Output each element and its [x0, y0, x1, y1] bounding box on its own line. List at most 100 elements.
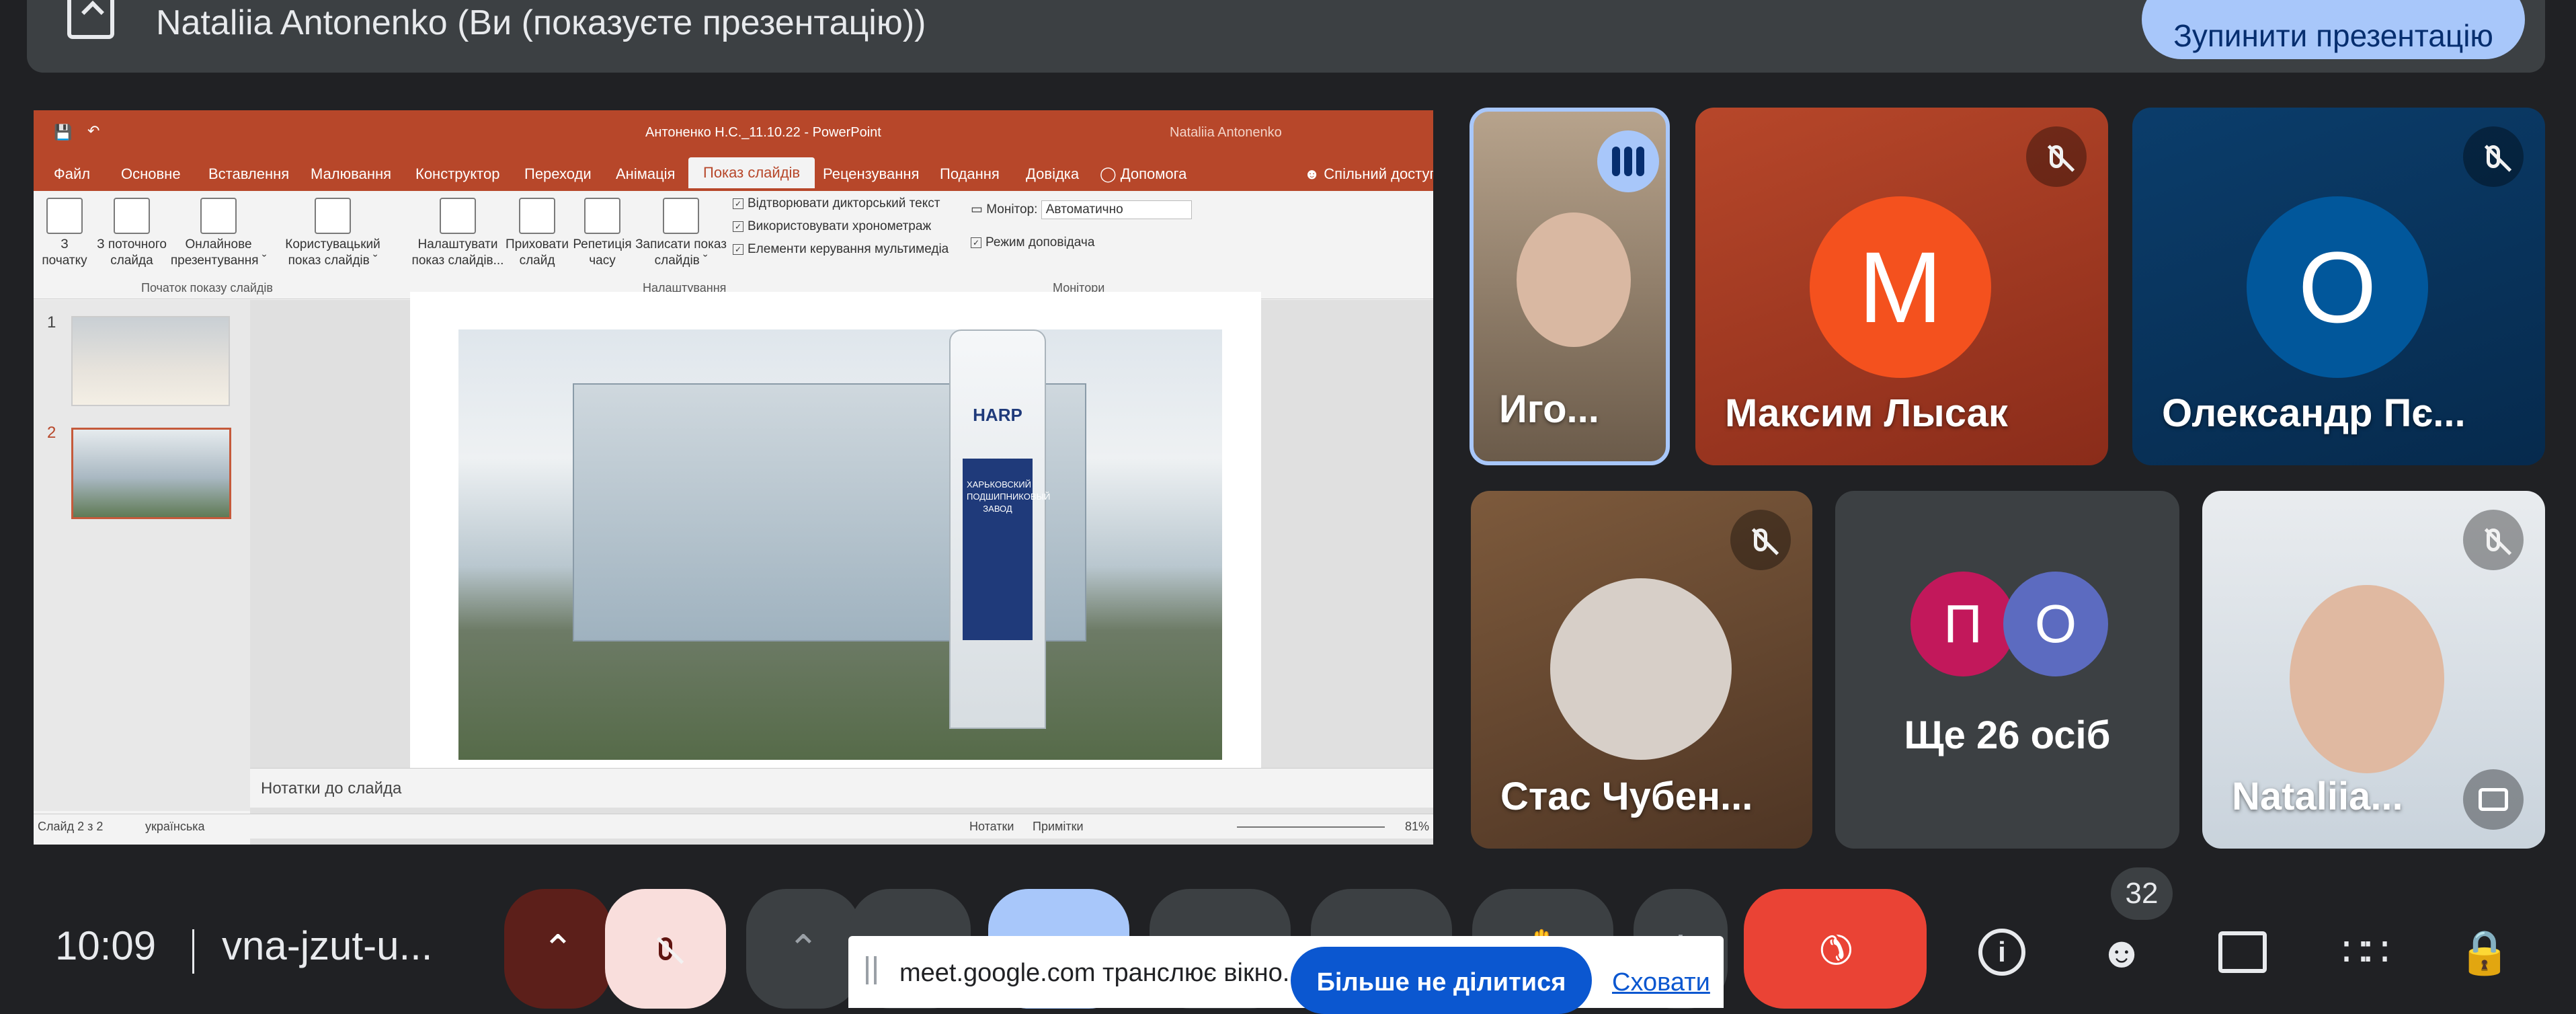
activities-button[interactable]: ∷∷ [2337, 925, 2390, 979]
custom-show-button[interactable]: Користувацький показ слайдів ˇ [269, 198, 397, 269]
more-participants-label: Ще 26 осіб [1904, 713, 2111, 757]
ppt-ribbon-tabs: Файл Основне Вставлення Малювання Констр… [34, 156, 1433, 191]
setup-show-icon [440, 198, 476, 234]
comments-toggle[interactable]: Примітки [1033, 820, 1084, 834]
avatar: M [1810, 196, 1991, 378]
ppt-status-bar: Слайд 2 з 2 українська Нотатки Примітки … [34, 814, 1433, 838]
slide-thumbnail-1[interactable] [71, 316, 230, 406]
undo-icon: ↶ [87, 122, 100, 139]
mic-off-icon [2026, 126, 2087, 187]
leave-call-button[interactable]: ✆ [1744, 889, 1927, 1009]
drag-handle-icon[interactable] [866, 956, 877, 984]
slide-thumbnail-2[interactable] [71, 428, 231, 519]
zoom-level[interactable]: 81% [1405, 820, 1429, 834]
notes-toggle[interactable]: Нотатки [969, 820, 1014, 834]
sign-panel: ХАРЬКОВСКИЙ ПОДШИПНИКОВЫЙ ЗАВОД [963, 459, 1051, 640]
chevron-up-icon: ⌃ [787, 927, 819, 970]
start-group-label: Початок показу слайдів [141, 281, 273, 295]
tab-review[interactable]: Рецензування [823, 165, 919, 183]
zoom-slider[interactable] [1237, 826, 1385, 828]
stopwatch-icon [584, 198, 620, 234]
people-icon: ☻ [2099, 928, 2144, 976]
participant-tile-speaking[interactable]: Иго... [1470, 108, 1670, 465]
sign-text: ХАРЬКОВСКИЙ ПОДШИПНИКОВЫЙ ЗАВОД [967, 479, 1051, 514]
participant-tile[interactable]: Стас Чубен... [1471, 491, 1812, 849]
avatar [1550, 578, 1732, 760]
media-controls-checkbox[interactable]: ✓ Елементи керування мультимедіа [733, 242, 949, 257]
mic-off-icon [1730, 510, 1791, 570]
factory-sign-pylon: HARP ХАРЬКОВСКИЙ ПОДШИПНИКОВЫЙ ЗАВОД [949, 329, 1051, 729]
present-online-icon [200, 198, 237, 234]
checkmark-icon: ✓ [733, 221, 743, 232]
presenter-view-checkbox[interactable]: ✓ Режим доповідача [971, 235, 1094, 250]
tab-home[interactable]: Основне [121, 165, 181, 183]
participant-tile[interactable]: M Максим Лысак [1695, 108, 2108, 465]
tab-file[interactable]: Файл [54, 165, 90, 183]
record-icon [663, 198, 699, 234]
hide-notice-link[interactable]: Сховати [1612, 968, 1710, 997]
meeting-code: vna-jzut-u... [222, 923, 433, 968]
video-options-button[interactable]: ⌃ [746, 889, 860, 1009]
factory-photo: HARP ХАРЬКОВСКИЙ ПОДШИПНИКОВЫЙ ЗАВОД [458, 329, 1222, 760]
share-button[interactable]: ☻ Спільний доступ [1304, 165, 1433, 183]
chat-icon [2218, 931, 2267, 973]
more-participants-tile[interactable]: П О Ще 26 осіб [1835, 491, 2179, 849]
hide-slide-button[interactable]: Приховати слайд [500, 198, 574, 269]
language-indicator: українська [145, 820, 205, 833]
rehearse-timings-button[interactable]: Репетиція часу [569, 198, 636, 269]
tab-design[interactable]: Конструктор [415, 165, 499, 183]
from-current-slide-button[interactable]: З поточного слайда [91, 198, 172, 269]
audio-level-icon [1597, 130, 1659, 192]
participant-name: Олександр Пє... [2162, 391, 2466, 435]
present-to-all-icon [67, 0, 114, 39]
participant-name: Иго... [1499, 387, 1599, 431]
tab-animations[interactable]: Анімація [616, 165, 675, 183]
play-narrations-checkbox[interactable]: ✓ Відтворювати дикторський текст [733, 196, 940, 211]
record-show-button[interactable]: Записати показ слайдів ˇ [631, 198, 731, 269]
person-icon: ☻ [1304, 165, 1320, 182]
participant-tile-self[interactable]: Nataliia... [2202, 491, 2545, 849]
monitor-select[interactable]: ▭ Монітор: Автоматично [971, 200, 1192, 219]
stop-sharing-button[interactable]: Більше не ділитися [1291, 947, 1592, 1014]
slide-counter: Слайд 2 з 2 [38, 820, 104, 833]
stop-presenting-button[interactable]: Зупинити презентацію [2142, 0, 2525, 59]
tab-help[interactable]: Довідка [1026, 165, 1079, 183]
tab-draw[interactable]: Малювання [311, 165, 391, 183]
participant-tile[interactable]: O Олександр Пє... [2132, 108, 2545, 465]
slide-thumbnails-pane: 1 2 [34, 300, 250, 811]
checkmark-icon: ✓ [733, 243, 743, 255]
chevron-up-icon: ⌃ [542, 927, 574, 970]
people-button[interactable]: ☻ [2095, 925, 2148, 979]
tab-transitions[interactable]: Переходи [524, 165, 592, 183]
slideshow-start-icon [46, 198, 83, 234]
from-beginning-button[interactable]: З початку [38, 198, 91, 269]
save-icon: 💾 [54, 124, 73, 141]
meeting-clock: 10:09 [55, 923, 157, 968]
participant-count-badge: 32 [2111, 867, 2173, 920]
screen-share-notice: meet.google.com транслює вікно. [848, 936, 1724, 1008]
shared-powerpoint-window: 💾 ↶ Антоненко Н.С._11.10.22 - PowerPoint… [34, 110, 1433, 845]
audio-options-button[interactable]: ⌃ [504, 889, 612, 1009]
divider [192, 929, 194, 974]
setup-show-button[interactable]: Налаштувати показ слайдів... [407, 198, 508, 269]
microphone-toggle-button[interactable] [605, 889, 726, 1009]
present-online-button[interactable]: Онлайнове презентування ˇ [168, 198, 269, 269]
tab-slideshow[interactable]: Показ слайдів [688, 157, 815, 188]
ppt-user-name: Nataliia Antonenko [1170, 125, 1282, 140]
tab-tell-me[interactable]: ◯ Допомога [1100, 165, 1186, 183]
slide-notes-area[interactable]: Нотатки до слайда [250, 768, 1433, 808]
apps-grid-icon: ∷∷ [2341, 929, 2389, 974]
participant-name: Стас Чубен... [1500, 775, 1753, 818]
picture-in-picture-icon[interactable] [2463, 769, 2524, 830]
checkmark-icon: ✓ [733, 198, 743, 209]
participant-name: Nataliia... [2232, 775, 2403, 818]
slideshow-ribbon: З початку З поточного слайда Онлайнове п… [34, 191, 1433, 299]
mic-off-icon [659, 937, 672, 960]
tab-view[interactable]: Подання [940, 165, 1000, 183]
host-controls-button[interactable]: 🔒 [2458, 925, 2511, 979]
tab-insert[interactable]: Вставлення [208, 165, 289, 183]
use-timings-checkbox[interactable]: ✓ Використовувати хронометраж [733, 219, 931, 234]
slideshow-current-icon [114, 198, 150, 234]
chat-button[interactable] [2216, 925, 2269, 979]
meeting-details-button[interactable]: i [1975, 925, 2029, 979]
